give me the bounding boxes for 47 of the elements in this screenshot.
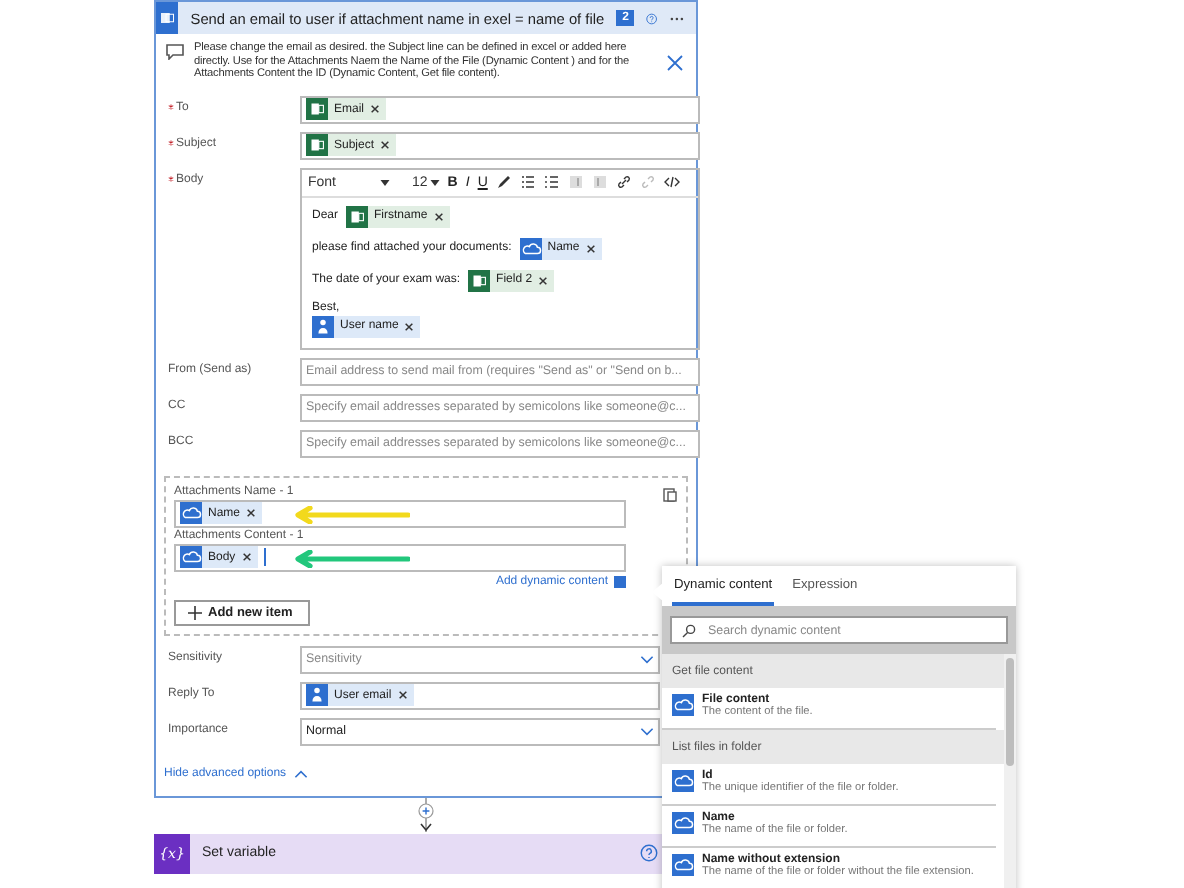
remove-icon[interactable] bbox=[380, 140, 391, 151]
cloud-icon bbox=[672, 694, 694, 716]
cloud-icon bbox=[519, 237, 542, 260]
help-icon[interactable] bbox=[640, 844, 658, 863]
comment-icon bbox=[166, 44, 184, 60]
cloud-icon bbox=[180, 546, 202, 569]
remove-icon[interactable] bbox=[404, 321, 415, 332]
bullet-list-icon[interactable] bbox=[519, 174, 536, 191]
spreadsheet-icon bbox=[306, 98, 328, 121]
numbered-list-icon[interactable] bbox=[543, 174, 560, 191]
caret-icon bbox=[429, 179, 440, 186]
person-icon bbox=[306, 684, 328, 707]
remove-icon[interactable] bbox=[246, 508, 257, 519]
text-cursor bbox=[263, 548, 266, 567]
required-icon bbox=[168, 175, 174, 182]
spreadsheet-icon bbox=[346, 205, 369, 228]
chevron-down-icon[interactable] bbox=[640, 655, 654, 664]
help-icon[interactable] bbox=[646, 9, 659, 27]
dynamic-content-icon[interactable] bbox=[614, 575, 626, 588]
required-icon bbox=[168, 103, 174, 110]
spreadsheet-icon bbox=[306, 134, 328, 157]
remove-icon[interactable] bbox=[538, 275, 549, 286]
caret-icon bbox=[380, 179, 391, 186]
connector-drawing[interactable] bbox=[414, 797, 438, 834]
remove-icon[interactable] bbox=[433, 211, 444, 222]
code-icon[interactable] bbox=[663, 174, 680, 191]
copy-icon[interactable] bbox=[662, 485, 678, 502]
chevron-up-icon[interactable] bbox=[294, 769, 309, 778]
close-icon[interactable] bbox=[666, 54, 684, 72]
remove-icon[interactable] bbox=[370, 104, 381, 115]
required-icon bbox=[168, 139, 174, 146]
pen-icon[interactable] bbox=[495, 174, 512, 191]
cloud-icon bbox=[672, 812, 694, 834]
spreadsheet-icon bbox=[468, 269, 491, 292]
search-icon bbox=[682, 623, 696, 637]
cloud-icon bbox=[672, 854, 694, 876]
cloud-icon bbox=[180, 502, 202, 525]
plus-icon bbox=[188, 605, 202, 620]
remove-icon[interactable] bbox=[397, 690, 408, 701]
remove-icon[interactable] bbox=[585, 243, 596, 254]
scrollbar[interactable] bbox=[1004, 654, 1016, 888]
person-icon bbox=[312, 315, 334, 338]
link-icon[interactable] bbox=[615, 174, 632, 191]
remove-icon[interactable] bbox=[241, 552, 252, 563]
cloud-icon bbox=[672, 770, 694, 792]
more-icon[interactable] bbox=[670, 15, 684, 21]
chevron-down-icon[interactable] bbox=[640, 727, 654, 736]
